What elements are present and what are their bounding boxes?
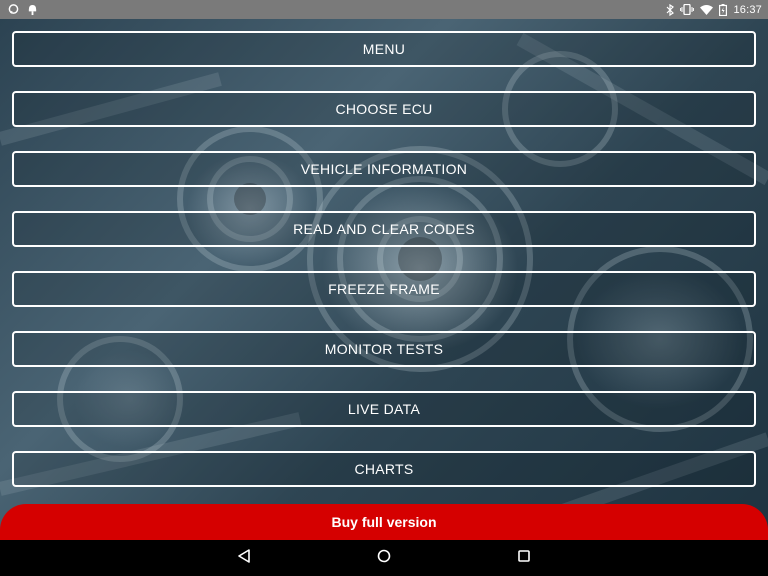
vehicle-information-button[interactable]: VEHICLE INFORMATION [12, 151, 756, 187]
buy-full-version-label: Buy full version [331, 514, 437, 530]
recents-button[interactable] [504, 540, 544, 576]
menu-button-label: MENU [362, 41, 406, 57]
menu-button[interactable]: MENU [12, 31, 756, 67]
charts-button[interactable]: CHARTS [12, 451, 756, 487]
choose-ecu-label: CHOOSE ECU [335, 101, 433, 117]
status-bar: 16:37 [0, 0, 768, 19]
back-icon [237, 548, 251, 568]
main-content: MENU CHOOSE ECU VEHICLE INFORMATION READ… [0, 19, 768, 540]
navigation-bar [0, 540, 768, 576]
home-button[interactable] [364, 540, 404, 576]
android-debug-icon [27, 4, 38, 16]
vehicle-information-label: VEHICLE INFORMATION [300, 161, 468, 177]
read-and-clear-codes-button[interactable]: READ AND CLEAR CODES [12, 211, 756, 247]
chat-notification-icon [8, 4, 19, 15]
buy-full-version-button[interactable]: Buy full version [0, 504, 768, 540]
freeze-frame-button[interactable]: FREEZE FRAME [12, 271, 756, 307]
freeze-frame-label: FREEZE FRAME [328, 281, 440, 297]
back-button[interactable] [224, 540, 264, 576]
status-clock: 16:37 [733, 3, 762, 16]
vibrate-icon [680, 4, 695, 15]
battery-icon [719, 3, 728, 16]
live-data-button[interactable]: LIVE DATA [12, 391, 756, 427]
live-data-label: LIVE DATA [347, 401, 421, 417]
status-right: 16:37 [666, 3, 762, 16]
home-icon [377, 549, 391, 568]
choose-ecu-button[interactable]: CHOOSE ECU [12, 91, 756, 127]
charts-label: CHARTS [354, 461, 414, 477]
status-left [8, 4, 38, 16]
wifi-icon [700, 4, 714, 15]
read-and-clear-codes-label: READ AND CLEAR CODES [293, 221, 475, 237]
main-menu: MENU CHOOSE ECU VEHICLE INFORMATION READ… [12, 31, 756, 487]
bluetooth-icon [666, 3, 675, 16]
recents-icon [518, 549, 530, 567]
monitor-tests-button[interactable]: MONITOR TESTS [12, 331, 756, 367]
monitor-tests-label: MONITOR TESTS [324, 341, 444, 357]
